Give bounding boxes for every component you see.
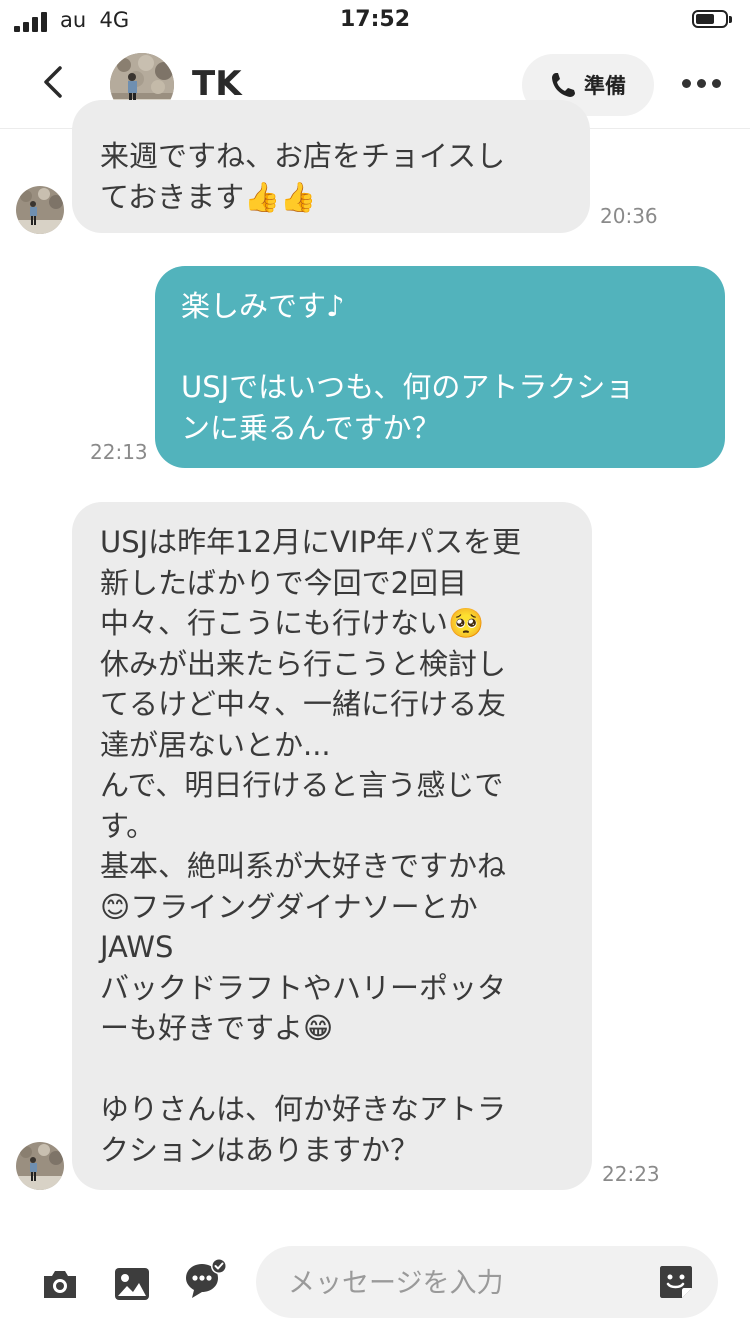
message-timestamp: 22:13 xyxy=(90,440,148,464)
incoming-message-bubble[interactable]: USJは昨年12月にVIP年パスを更 新したばかりで今回で2回目 中々、行こうに… xyxy=(72,502,592,1190)
message-input[interactable] xyxy=(286,1246,650,1320)
status-time: 17:52 xyxy=(339,7,411,32)
sticker-icon[interactable] xyxy=(656,1262,696,1302)
sender-avatar[interactable] xyxy=(16,186,64,234)
call-button-label: 準備 xyxy=(584,74,626,98)
sender-avatar[interactable] xyxy=(16,1142,64,1190)
status-bar: au 4G 17:52 xyxy=(0,0,750,42)
message-timestamp: 22:23 xyxy=(602,1162,660,1186)
battery-icon xyxy=(692,10,734,30)
phone-icon xyxy=(552,73,575,97)
message-input-bar xyxy=(0,1234,750,1334)
outgoing-message-bubble[interactable]: 楽しみです♪ USJではいつも、何のアトラクショ ンに乗るんですか？ xyxy=(155,266,725,468)
image-icon[interactable] xyxy=(112,1264,152,1304)
contact-name: TK xyxy=(192,64,242,104)
camera-icon[interactable] xyxy=(40,1264,80,1304)
message-timestamp: 20:36 xyxy=(600,204,658,228)
more-horizontal-icon[interactable] xyxy=(680,74,724,94)
incoming-message-bubble[interactable]: 来週ですね、お店をチョイスし ておきます👍👍 xyxy=(72,100,590,233)
message-input-field[interactable] xyxy=(256,1246,718,1320)
chevron-left-icon[interactable] xyxy=(36,62,76,102)
chat-check-icon[interactable] xyxy=(182,1258,228,1302)
